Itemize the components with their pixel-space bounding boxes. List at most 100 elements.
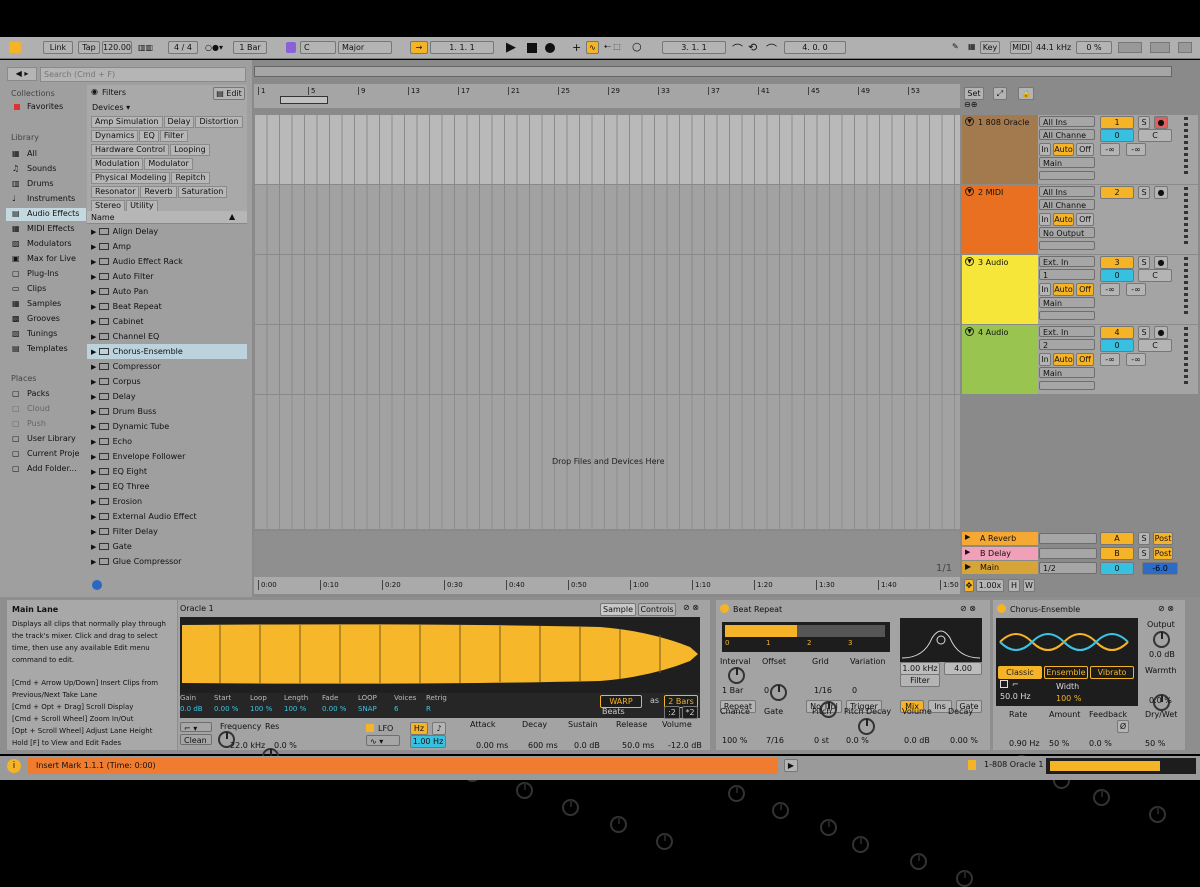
track-activator[interactable]: 2 (1100, 186, 1134, 199)
filter-tag[interactable]: Delay (163, 116, 195, 128)
track-header-2[interactable]: ▼ 2 MIDI (962, 185, 1038, 254)
lfo-toggle-icon[interactable] (366, 724, 374, 732)
chorus-mode-button[interactable]: Ensemble (1044, 666, 1088, 679)
key-select[interactable]: C (300, 41, 336, 54)
expand-arrow-icon[interactable]: ▶ (91, 543, 99, 551)
input-channel-select[interactable]: All Channe (1039, 129, 1095, 140)
device-list-item[interactable]: ▶ EQ Eight (87, 464, 247, 479)
filters-toggle-icon[interactable]: ◉ (91, 87, 98, 96)
pan-field[interactable]: C (1138, 339, 1172, 352)
lock-icon[interactable]: 🔒 (1018, 87, 1034, 100)
place-item-add-folder-[interactable]: ▢ Add Folder... (6, 463, 86, 476)
library-item-clips[interactable]: ▭ Clips (6, 283, 86, 296)
nav-arrows-icon[interactable]: ⊖⊕ (964, 100, 977, 109)
output-select[interactable]: Main (1039, 157, 1095, 168)
library-item-templates[interactable]: ▤ Templates (6, 343, 86, 356)
main-pan[interactable]: -6.0 (1142, 562, 1178, 575)
monitor-in-button[interactable]: In (1039, 143, 1051, 156)
view-switch-icon[interactable] (9, 42, 21, 53)
device-list-item[interactable]: ▶ Channel EQ (87, 329, 247, 344)
loop-switch-icon[interactable]: ⟲ (748, 41, 757, 54)
loop-start-field[interactable]: 3. 1. 1 (662, 41, 726, 54)
library-item-midi-effects[interactable]: ▦ MIDI Effects (6, 223, 86, 236)
highpass-toggle-icon[interactable] (1000, 680, 1008, 688)
lfo-sync-icon[interactable]: ♪ (432, 722, 446, 735)
info-toggle-icon[interactable]: i (7, 759, 21, 773)
clip-overview[interactable] (1046, 758, 1196, 774)
chorus-power-icon[interactable] (997, 604, 1006, 613)
play-icon[interactable]: ▶ (506, 40, 516, 55)
place-item-user-library[interactable]: ▢ User Library (6, 433, 86, 446)
quantize-select[interactable]: 1 Bar (233, 41, 267, 54)
device-list-item[interactable]: ▶ Echo (87, 434, 247, 449)
expand-arrow-icon[interactable]: ▶ (91, 423, 99, 431)
width-value[interactable]: 100 % (1056, 694, 1081, 703)
beat-repeat-knob[interactable] (820, 819, 837, 836)
expand-arrow-icon[interactable]: ▶ (91, 288, 99, 296)
lfo-hz-button[interactable]: Hz (410, 722, 428, 735)
output-channel-select[interactable] (1039, 241, 1095, 250)
return-output-select[interactable] (1039, 548, 1097, 559)
device-list-item[interactable]: ▶ Auto Pan (87, 284, 247, 299)
double-button[interactable]: *2 (682, 706, 698, 719)
device-list-item[interactable]: ▶ Delay (87, 389, 247, 404)
library-item-audio-effects[interactable]: ▤ Audio Effects (6, 208, 86, 221)
release-knob[interactable] (610, 816, 627, 833)
expand-arrow-icon[interactable]: ▶ (91, 348, 99, 356)
output-select[interactable]: Main (1039, 297, 1095, 308)
pan-field[interactable]: C (1138, 129, 1172, 142)
send-b-field[interactable]: -∞ (1126, 143, 1146, 156)
library-item-sounds[interactable]: ♫ Sounds (6, 163, 86, 176)
chorus-mode-button[interactable]: Classic (998, 666, 1042, 679)
return-solo-button[interactable]: S (1138, 547, 1150, 560)
sampler-param-value[interactable]: 100 % (250, 705, 272, 713)
monitor-auto-button[interactable]: Auto (1053, 283, 1074, 296)
computer-keyboard-icon[interactable]: ▦ (968, 42, 976, 51)
beat-repeat-menu-icons[interactable]: ⊘ ⊗ (960, 604, 976, 613)
library-item-instruments[interactable]: ♩ Instruments (6, 193, 86, 206)
device-list-item[interactable]: ▶ Corpus (87, 374, 247, 389)
monitor-auto-button[interactable]: Auto (1053, 353, 1074, 366)
main-track-header[interactable]: ▶ Main (962, 561, 1038, 574)
decay-knob[interactable] (516, 782, 533, 799)
zoom-icon[interactable]: ✥ (964, 579, 974, 592)
filter-tag[interactable]: Modulation (91, 158, 144, 170)
place-item-current-proje[interactable]: ▢ Current Proje (6, 448, 86, 461)
beat-repeat-knob[interactable] (728, 785, 745, 802)
punch-out-icon[interactable]: ⌒ (766, 41, 777, 57)
sustain-knob[interactable] (562, 799, 579, 816)
feedback-knob[interactable] (1093, 789, 1110, 806)
expand-arrow-icon[interactable]: ▶ (91, 393, 99, 401)
input-type-select[interactable]: All Ins (1039, 186, 1095, 197)
filter-curve-display[interactable] (900, 618, 982, 662)
output-channel-select[interactable] (1039, 171, 1095, 180)
browser-toggle-icon[interactable]: ◀ ▸ (7, 67, 37, 81)
device-list-item[interactable]: ▶ Dynamic Tube (87, 419, 247, 434)
fold-icon[interactable]: ▼ (965, 257, 974, 266)
capture-icon[interactable]: ○ (632, 40, 642, 53)
expand-arrow-icon[interactable]: ▶ (91, 258, 99, 266)
sampler-param-value[interactable]: 6 (394, 705, 398, 713)
fold-icon[interactable]: ▼ (965, 117, 974, 126)
input-type-select[interactable]: Ext. In (1039, 326, 1095, 337)
expand-arrow-icon[interactable]: ▶ (91, 303, 99, 311)
chorus-mode-button[interactable]: Vibrato (1090, 666, 1134, 679)
waveform-display[interactable]: Gain 0.0 dB Start 0.00 % Loop 100 % Length 100 … (180, 617, 700, 719)
metronome-icon[interactable]: ○●▾ (205, 43, 223, 52)
beat-repeat-knob[interactable] (910, 853, 927, 870)
overview-bar[interactable] (254, 66, 1172, 77)
main-ratio-select[interactable]: 1/2 (1039, 562, 1097, 574)
nudge-icon[interactable]: ▥▥ (138, 43, 153, 52)
filter-tag[interactable]: Dynamics (91, 130, 139, 142)
record-icon[interactable] (545, 43, 555, 53)
beat-ruler[interactable]: 1 5 9 13 17 21 25 29 33 37 41 45 49 53 (254, 84, 960, 108)
library-item-modulators[interactable]: ▨ Modulators (6, 238, 86, 251)
re-enable-automation-icon[interactable]: ⇠ ⬚ (604, 42, 621, 51)
sort-icon[interactable]: ▲ (229, 212, 235, 221)
fold-icon[interactable]: ▼ (965, 187, 974, 196)
track-header-1[interactable]: ▼ 1 808 Oracle (962, 115, 1038, 184)
filter-tag[interactable]: Saturation (177, 186, 228, 198)
main-volume[interactable]: 0 (1100, 562, 1134, 575)
monitor-off-button[interactable]: Off (1076, 283, 1094, 296)
status-play-icon[interactable]: ▶ (784, 759, 798, 772)
